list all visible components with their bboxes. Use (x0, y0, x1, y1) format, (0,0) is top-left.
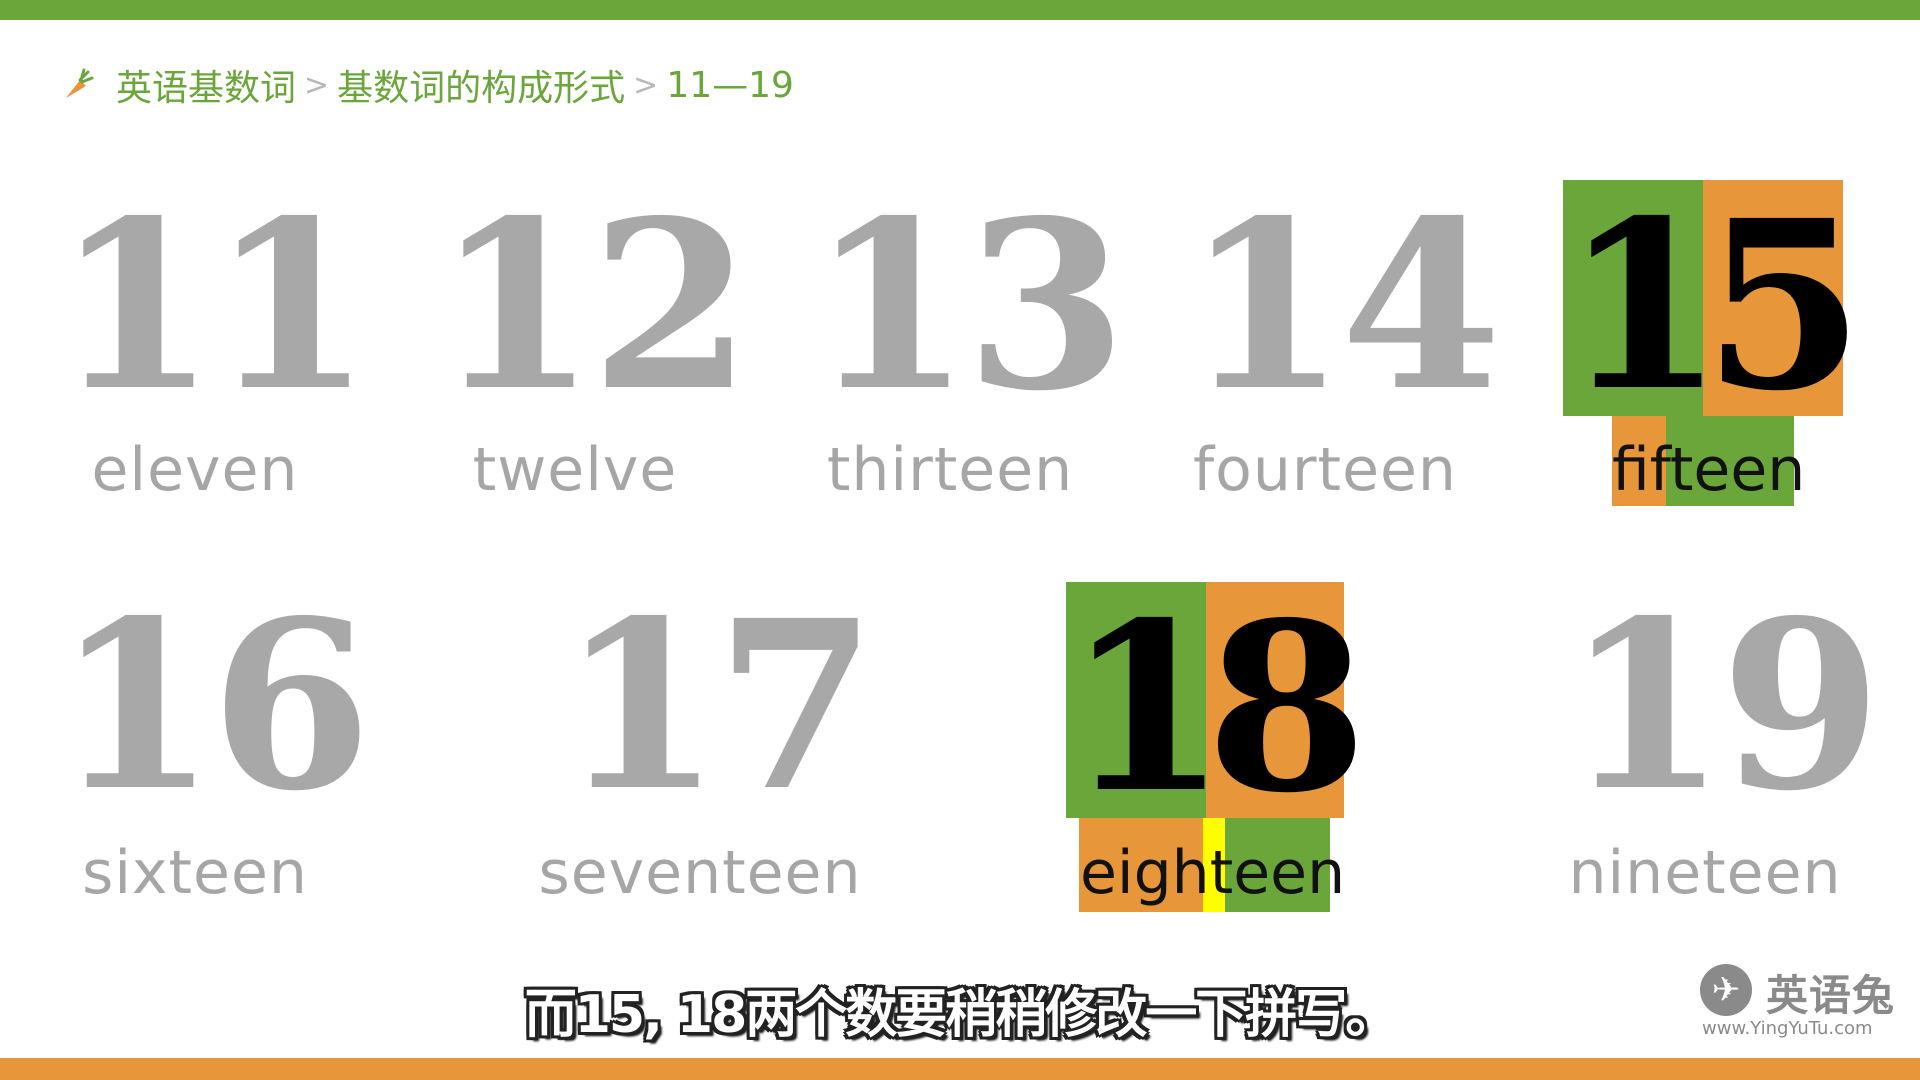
logo: ✈ 英语兔 www.YingYuTu.com (1700, 962, 1900, 1042)
breadcrumb-separator: > (633, 67, 659, 103)
word-eighteen-part-t: t (1209, 838, 1234, 908)
number-17: 17 (560, 569, 877, 842)
word-fifteen-part-b: teen (1669, 435, 1806, 505)
subtitle-caption: 而15, 18两个数要稍稍修改一下拼写。 (524, 985, 1398, 1045)
top-accent-bar (0, 0, 1920, 20)
breadcrumb: 英语基数词 > 基数词的构成形式 > 11—19 (60, 60, 794, 110)
breadcrumb-separator: > (304, 67, 330, 103)
carrot-icon (66, 68, 94, 98)
rabbit-icon: ✈ (1700, 964, 1752, 1016)
number-12: 12 (435, 169, 752, 442)
word-nineteen: nineteen (1568, 838, 1842, 908)
word-fifteen-part-a: fif (1612, 435, 1670, 505)
word-eighteen-part-b: een (1233, 838, 1346, 908)
breadcrumb-item-3: 11—19 (666, 64, 794, 106)
word-eighteen-part-a: eigh (1080, 838, 1210, 908)
breadcrumb-item-2[interactable]: 基数词的构成形式 (337, 59, 625, 111)
word-fifteen: fifteen (1612, 440, 1805, 500)
number-11: 11 (55, 169, 372, 442)
word-seventeen: seventeen (538, 838, 862, 908)
number-15-digit2: 5 (1703, 169, 1865, 442)
word-twelve: twelve (472, 435, 678, 505)
number-13: 13 (810, 169, 1127, 442)
number-14: 14 (1185, 169, 1502, 442)
logo-url: www.YingYuTu.com (1702, 1018, 1873, 1039)
word-sixteen: sixteen (82, 838, 308, 908)
word-thirteen: thirteen (826, 435, 1074, 505)
number-15-digit1: 1 (1563, 169, 1725, 442)
breadcrumb-item-1[interactable]: 英语基数词 (116, 59, 296, 111)
logo-name: 英语兔 (1766, 971, 1896, 1020)
number-18-digit1: 1 (1066, 571, 1228, 844)
number-19: 19 (1565, 569, 1882, 842)
word-fourteen: fourteen (1193, 435, 1457, 505)
number-16: 16 (55, 569, 372, 842)
number-18-digit2: 8 (1206, 571, 1368, 844)
word-eleven: eleven (91, 435, 299, 505)
bottom-accent-bar (0, 1058, 1920, 1080)
word-eighteen: eighteen (1080, 843, 1345, 903)
